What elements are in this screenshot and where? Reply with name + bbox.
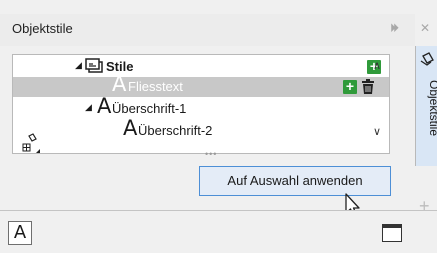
frame-style-icon[interactable]: [382, 224, 402, 242]
scroll-down-icon[interactable]: ∨: [373, 125, 381, 138]
expand-collapse-icon[interactable]: ◢: [75, 60, 82, 71]
tree-row-fliesstext[interactable]: A Fliesstext +: [13, 72, 389, 97]
docker-title: Objektstile: [12, 21, 73, 36]
style-tree: ◢ Stile + A Fliesstext + ◢ A Überschrift…: [12, 54, 390, 154]
add-docker-icon[interactable]: +: [419, 196, 430, 217]
more-indicator: •••: [205, 149, 218, 159]
tree-label-ueberschrift-1: Überschrift-1: [112, 101, 187, 116]
character-style-icon: A: [112, 72, 127, 96]
character-style-icon: A: [123, 116, 138, 140]
folder-stack-icon: [85, 58, 103, 73]
tree-row-ueberschrift-2[interactable]: A Überschrift-2: [13, 116, 389, 141]
tree-label-ueberschrift-2: Überschrift-2: [138, 123, 213, 138]
expand-collapse-icon[interactable]: ◢: [85, 102, 92, 113]
tree-row-ueberschrift-1[interactable]: ◢ A Überschrift-1: [13, 94, 389, 119]
collapse-forward-icon[interactable]: ⏵⏵: [390, 21, 399, 36]
character-style-icon: A: [97, 94, 112, 118]
add-child-style-icon[interactable]: +: [343, 79, 357, 94]
character-style-button[interactable]: A: [8, 221, 32, 245]
tree-row-root[interactable]: ◢ Stile +: [13, 57, 389, 77]
close-icon[interactable]: ✕: [420, 21, 430, 35]
side-tab-objektstile[interactable]: Objektstile: [415, 46, 437, 166]
docker-header: Objektstile ⏵⏵: [0, 14, 415, 46]
object-styles-docker: Objektstile ⏵⏵ ✕ ◢ Stile + A Fliesstext …: [0, 0, 437, 253]
object-styles-icon: [420, 52, 434, 66]
side-tab-label: Objektstile: [427, 80, 437, 137]
tree-label-fliesstext: Fliesstext: [128, 79, 183, 94]
apply-style-picker-icon[interactable]: [20, 133, 42, 155]
bottom-toolbar: A: [0, 210, 415, 253]
delete-icon[interactable]: [361, 79, 375, 95]
scroll-up-icon[interactable]: ∧: [373, 59, 381, 72]
